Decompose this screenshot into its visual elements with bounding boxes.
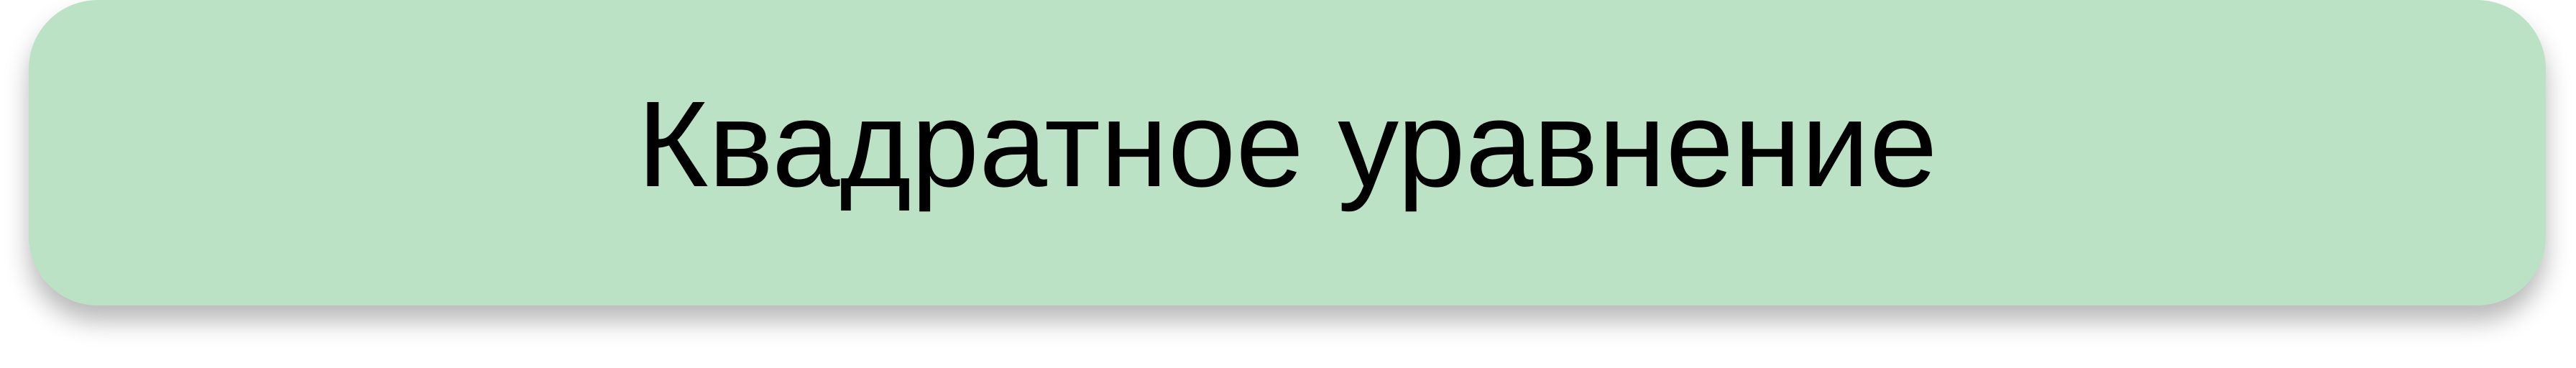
quadratic-equation-button-label: Квадратное уравнение [637,75,1938,213]
quadratic-equation-button[interactable]: Квадратное уравнение [29,0,2546,305]
